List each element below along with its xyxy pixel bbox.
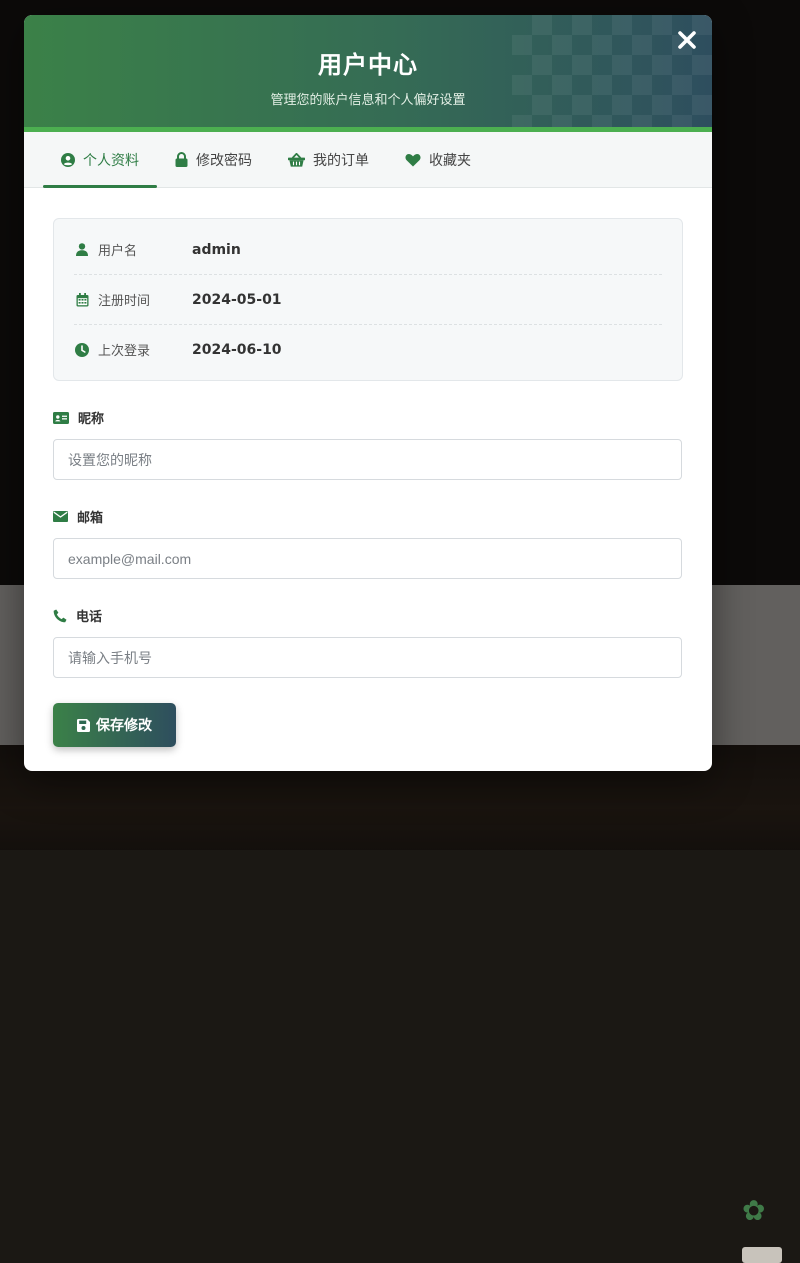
close-icon (678, 31, 696, 49)
email-field-group: 邮箱 (53, 507, 683, 579)
info-label-register-time: 注册时间 (98, 294, 151, 309)
close-button[interactable] (674, 27, 700, 53)
tab-my-orders-label: 我的订单 (313, 152, 369, 169)
phone-label-text: 电话 (76, 610, 103, 625)
background-text-block (742, 1247, 782, 1263)
nickname-field-group: 昵称 (53, 408, 683, 480)
tab-favorites[interactable]: 收藏夹 (387, 132, 489, 187)
user-icon (74, 243, 90, 256)
tab-bar: 个人资料 修改密码 我的订单 收藏夹 (24, 132, 712, 188)
phone-field-group: 电话 (53, 606, 683, 678)
envelope-icon (53, 511, 68, 522)
modal-title: 用户中心 (318, 51, 418, 79)
user-circle-icon (61, 152, 75, 167)
account-info-card: 用户名 admin 注册时间 2024-05-01 上次登录 2024-06-1… (53, 218, 683, 381)
profile-content: 用户名 admin 注册时间 2024-05-01 上次登录 2024-06-1… (24, 188, 712, 747)
info-row-register-time: 注册时间 2024-05-01 (74, 275, 662, 325)
tab-my-orders[interactable]: 我的订单 (270, 132, 387, 187)
basket-icon (288, 152, 305, 167)
phone-label: 电话 (53, 606, 683, 625)
tab-profile[interactable]: 个人资料 (43, 132, 157, 188)
email-input[interactable] (53, 538, 682, 579)
heart-icon (405, 153, 421, 166)
tab-profile-label: 个人资料 (83, 152, 139, 169)
modal-subtitle: 管理您的账户信息和个人偏好设置 (270, 93, 466, 108)
save-button[interactable]: 保存修改 (53, 703, 176, 747)
tab-change-password[interactable]: 修改密码 (157, 132, 270, 187)
phone-input[interactable] (53, 637, 682, 678)
nickname-input[interactable] (53, 439, 682, 480)
nickname-label-text: 昵称 (78, 412, 105, 427)
info-value-username: admin (192, 241, 241, 258)
info-label-username: 用户名 (98, 244, 138, 259)
id-card-icon (53, 411, 69, 424)
info-value-last-login: 2024-06-10 (192, 341, 282, 358)
background-leaf-icon: ✿ (742, 1194, 766, 1227)
info-label-last-login: 上次登录 (98, 344, 151, 359)
email-label: 邮箱 (53, 507, 683, 526)
info-row-username: 用户名 admin (74, 225, 662, 275)
tab-change-password-label: 修改密码 (196, 152, 252, 169)
modal-header: 用户中心 管理您的账户信息和个人偏好设置 (24, 15, 712, 132)
email-label-text: 邮箱 (77, 511, 104, 526)
save-icon (77, 718, 90, 732)
phone-icon (53, 609, 67, 622)
calendar-icon (74, 292, 90, 307)
clock-icon (74, 342, 90, 357)
nickname-label: 昵称 (53, 408, 683, 427)
info-value-register-time: 2024-05-01 (192, 291, 282, 308)
save-button-label: 保存修改 (96, 718, 152, 734)
user-center-modal: 用户中心 管理您的账户信息和个人偏好设置 个人资料 修改密码 我的订单 收藏夹 … (24, 15, 712, 771)
lock-icon (175, 152, 188, 167)
tab-favorites-label: 收藏夹 (429, 152, 471, 169)
info-row-last-login: 上次登录 2024-06-10 (74, 325, 662, 374)
